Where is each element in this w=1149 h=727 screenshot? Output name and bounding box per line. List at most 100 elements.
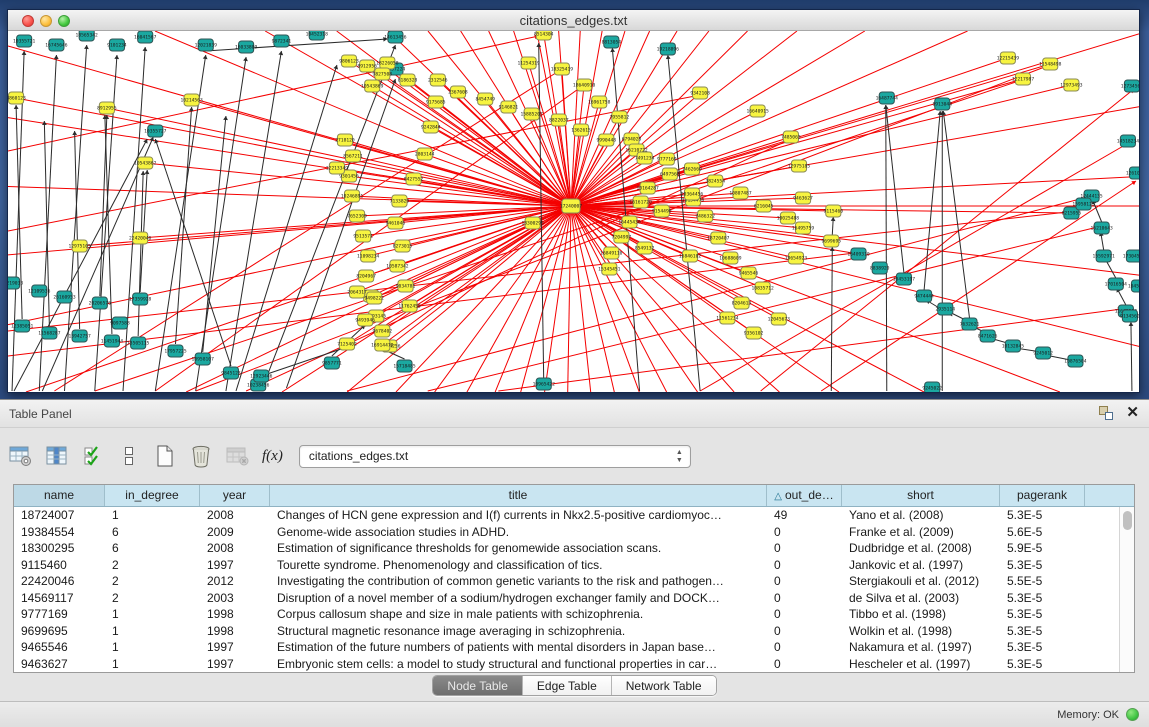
cell-name: 18300295: [14, 540, 105, 557]
graph-node-label: 9857771: [322, 361, 342, 367]
graph-node-label: 8567211: [343, 154, 363, 160]
graph-node-label: 9245012: [1033, 351, 1053, 357]
graph-node-label: 15345451: [598, 267, 621, 273]
tab-edge-table[interactable]: Edge Table: [523, 676, 612, 695]
tab-network-table[interactable]: Network Table: [612, 676, 716, 695]
network-window[interactable]: citations_edges.txt 10355721167456461856…: [7, 9, 1140, 393]
citation-network-graph[interactable]: 1035572116745646185653429101234160415671…: [8, 31, 1139, 392]
column-header-short[interactable]: short: [842, 485, 1000, 506]
tab-node-table[interactable]: Node Table: [433, 676, 523, 695]
graph-node-label: 8471626: [978, 334, 998, 340]
graph-node-label: 12021839: [195, 43, 218, 49]
column-header-name[interactable]: name: [14, 485, 105, 506]
cell-name: 9115460: [14, 557, 105, 574]
graph-node-label: 11762450: [398, 304, 421, 310]
table-vertical-scrollbar[interactable]: [1119, 507, 1134, 672]
network-window-title: citations_edges.txt: [8, 13, 1139, 28]
column-header-in_degree[interactable]: in_degree: [105, 485, 200, 506]
graph-node-label: 8912956: [357, 64, 377, 70]
scrollbar-thumb[interactable]: [1123, 511, 1132, 530]
table-mode-button[interactable]: [6, 441, 36, 471]
cell-short: Jankovic et al. (1997): [842, 557, 1000, 574]
column-header-title[interactable]: title: [270, 485, 767, 506]
graph-node-label: 10238456: [247, 383, 270, 389]
graph-node-label: 16445430: [618, 220, 641, 226]
close-panel-icon[interactable]: ✕: [1126, 405, 1139, 421]
delete-table-button[interactable]: [222, 441, 252, 471]
show-columns-button[interactable]: [42, 441, 72, 471]
graph-node-label: 16161720: [629, 200, 652, 206]
table-body: 1872400712008Changes of HCN gene express…: [14, 507, 1119, 672]
graph-node-label: 16745646: [45, 43, 68, 49]
graph-node-label: 8186328: [398, 78, 418, 84]
table-panel: Table Panel ✕: [0, 399, 1149, 727]
cell-name: 9463627: [14, 656, 105, 673]
graph-node-label: 16640915: [746, 109, 769, 115]
table-selector-dropdown[interactable]: citations_edges.txt ▲▼: [299, 445, 691, 468]
graph-node-label: 12109536: [28, 289, 51, 295]
network-window-titlebar[interactable]: citations_edges.txt: [8, 10, 1139, 31]
cell-in_degree: 1: [105, 623, 200, 640]
table-row[interactable]: 1456911722003Disruption of a novel membe…: [14, 590, 1119, 607]
graph-node-label: 12734561: [1121, 84, 1139, 90]
column-header-year[interactable]: year: [200, 485, 270, 506]
graph-node-label: 18300295: [521, 221, 544, 227]
graph-node-label: 9806123: [339, 59, 359, 65]
table-row[interactable]: 1938455462009Genome-wide association stu…: [14, 524, 1119, 541]
graph-node-label: 9356102: [744, 331, 764, 337]
graph-node-label: 16846102: [679, 254, 702, 260]
cell-pagerank: 5.3E-5: [1000, 656, 1085, 673]
row-options-button[interactable]: [114, 441, 144, 471]
checklist-icon: [82, 445, 104, 467]
table-row[interactable]: 1872400712008Changes of HCN gene express…: [14, 507, 1119, 524]
table-row[interactable]: 911546021997Tourette syndrome. Phenomeno…: [14, 557, 1119, 574]
table-panel-header: Table Panel ✕: [0, 400, 1149, 428]
cell-out_de: 0: [767, 524, 842, 541]
graph-node-label: 12385051: [11, 324, 34, 330]
graph-node-label: 8860123: [8, 96, 26, 102]
graph-node-label: 11561234: [716, 316, 739, 322]
graph-node-label: 9101234: [107, 43, 127, 49]
graph-node-label: 18720407: [707, 236, 730, 242]
graph-node-label: 9034781: [396, 284, 416, 290]
cell-title: Structural magnetic resonance image aver…: [270, 623, 767, 640]
cell-short: Nakamura et al. (1997): [842, 639, 1000, 656]
table-row[interactable]: 2242004622012Investigating the contribut…: [14, 573, 1119, 590]
graph-node-label: 9493946: [355, 318, 375, 324]
memory-status-indicator-icon[interactable]: [1126, 708, 1139, 721]
table-row[interactable]: 946362711997Embryonic stem cells: a mode…: [14, 656, 1119, 673]
graph-node-label: 16041567: [134, 35, 157, 41]
cell-pagerank: 5.5E-5: [1000, 573, 1085, 590]
table-row[interactable]: 946554611997Estimation of the future num…: [14, 639, 1119, 656]
graph-node-label: 16487744: [876, 96, 899, 102]
graph-node-label: 10876504: [1064, 359, 1087, 365]
graph-node-label: 12213349: [326, 166, 349, 172]
float-panel-icon[interactable]: [1098, 405, 1114, 421]
column-header-pagerank[interactable]: pagerank: [1000, 485, 1085, 506]
graph-node-label: 12975185: [788, 164, 811, 170]
network-canvas[interactable]: 1035572116745646185653429101234160415671…: [8, 31, 1139, 392]
graph-node-label: 8912955: [97, 106, 117, 112]
cell-in_degree: 1: [105, 606, 200, 623]
table-row[interactable]: 969969511998Structural magnetic resonanc…: [14, 623, 1119, 640]
cell-short: Hescheler et al. (1997): [842, 656, 1000, 673]
cell-in_degree: 2: [105, 590, 200, 607]
cell-name: 9699695: [14, 623, 105, 640]
graph-node-label: 7133829: [390, 199, 410, 205]
table-panel-title: Table Panel: [9, 407, 72, 421]
create-column-button[interactable]: [150, 441, 180, 471]
graph-node-label: 10453197: [893, 277, 916, 283]
graph-node-label: 9245022: [922, 386, 942, 392]
select-columns-button[interactable]: [78, 441, 108, 471]
cell-short: de Silva et al. (2003): [842, 590, 1000, 607]
graph-node-label: 6794028: [622, 137, 642, 143]
column-header-out_de[interactable]: △out_de…: [767, 485, 842, 506]
graph-node-label: 9461046: [386, 221, 406, 227]
delete-column-button[interactable]: [186, 441, 216, 471]
table-row[interactable]: 1830029562008Estimation of significance …: [14, 540, 1119, 557]
graph-node-label: 9115460: [824, 209, 844, 215]
graph-node-label: 17359928: [129, 297, 152, 303]
table-row[interactable]: 977716911998Corpus callosum shape and si…: [14, 606, 1119, 623]
function-builder-button[interactable]: f(x): [262, 448, 283, 465]
graph-node-label: 12215439: [997, 56, 1020, 62]
